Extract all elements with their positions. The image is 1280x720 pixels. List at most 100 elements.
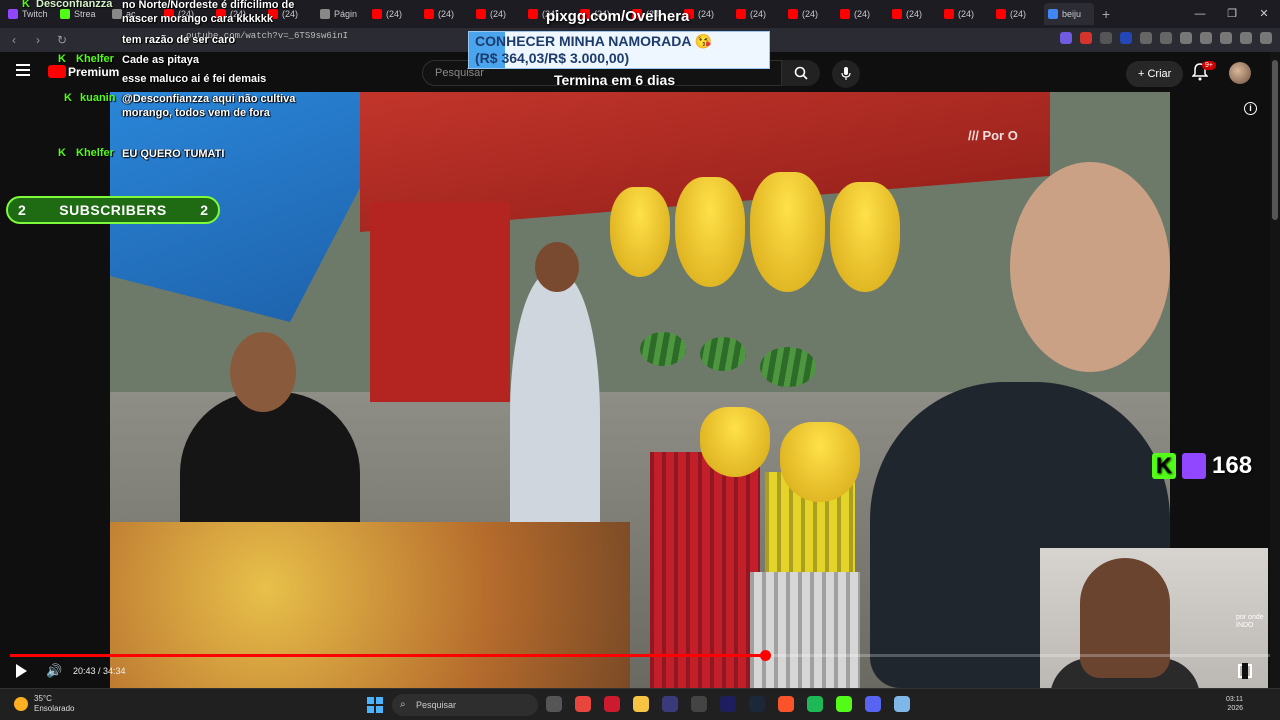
- tab-favicon-icon: [840, 9, 850, 19]
- youtube-premium-label[interactable]: Premium: [68, 65, 119, 79]
- opera-icon[interactable]: [604, 696, 620, 712]
- extension-icon[interactable]: [1060, 32, 1072, 44]
- fullscreen-icon[interactable]: [1238, 663, 1252, 679]
- chat-message: @Desconfianzza aqui não cultiva morango,…: [122, 93, 296, 119]
- browser-tab[interactable]: (24): [940, 3, 990, 25]
- browser-tab[interactable]: (24): [732, 3, 782, 25]
- browser-tab[interactable]: (24): [472, 3, 522, 25]
- goal-text: CONHECER MINHA NAMORADA 😘 (R$ 364,03/R$ …: [475, 33, 712, 67]
- extension-icon[interactable]: [1120, 32, 1132, 44]
- chrome-icon[interactable]: [575, 696, 591, 712]
- notes-icon[interactable]: [894, 696, 910, 712]
- volume-icon[interactable]: 🔊: [46, 663, 62, 679]
- white-crate-stack: [750, 572, 860, 688]
- video-player[interactable]: [110, 92, 1170, 688]
- reload-icon[interactable]: ↻: [52, 33, 72, 47]
- app-icon[interactable]: [662, 696, 678, 712]
- wallet-icon[interactable]: [1220, 32, 1232, 44]
- extension-icon[interactable]: [1140, 32, 1152, 44]
- scrollbar-thumb[interactable]: [1272, 60, 1278, 220]
- chat-username: Khelfer: [76, 147, 114, 159]
- tab-favicon-icon: [944, 9, 954, 19]
- seated-person-head: [230, 332, 296, 412]
- notification-badge: 9+: [1202, 61, 1216, 70]
- shield-icon[interactable]: [1240, 32, 1252, 44]
- folder-icon[interactable]: [633, 696, 649, 712]
- chat-message: tem razão de ser caro: [122, 34, 236, 46]
- hamburger-menu-icon[interactable]: [16, 64, 30, 76]
- arrow-app-icon[interactable]: [720, 696, 736, 712]
- streamer-face: [1080, 558, 1170, 678]
- system-clock[interactable]: 03:11 2026: [1226, 695, 1243, 713]
- screen: Twitch Strea ac (24) (24) (24) Págin (24) (24) (2…: [0, 0, 1280, 720]
- new-tab-button[interactable]: +: [1102, 6, 1110, 22]
- chat-message: no Norte/Nordeste é difícilimo de nascer…: [122, 0, 295, 25]
- forward-icon[interactable]: ›: [28, 33, 48, 47]
- minimize-button[interactable]: —: [1184, 0, 1216, 28]
- tab-favicon-icon: [892, 9, 902, 19]
- search-button[interactable]: [782, 60, 820, 86]
- browser-tab[interactable]: Págin: [316, 3, 366, 25]
- play-icon[interactable]: [16, 664, 27, 678]
- spotify-icon[interactable]: [807, 696, 823, 712]
- windows-taskbar: 35°C Ensolarado ⌕ Pesquisar 03:11 2026: [0, 688, 1280, 720]
- back-icon[interactable]: ‹: [4, 33, 24, 47]
- hanging-bananas: [750, 172, 825, 292]
- sidebar-icon[interactable]: [1200, 32, 1212, 44]
- weather-widget[interactable]: 35°C Ensolarado: [14, 694, 74, 714]
- subs-count-left: 2: [18, 202, 26, 218]
- tab-label: (24): [906, 9, 923, 19]
- browser-tab[interactable]: (24): [836, 3, 886, 25]
- tab-label: (24): [802, 9, 819, 19]
- vendor-head: [535, 242, 579, 292]
- tab-label: (24): [698, 9, 715, 19]
- video-progress-bar[interactable]: [10, 650, 1270, 661]
- chat-message: esse maluco ai é fei demais: [122, 73, 267, 85]
- browser-tab[interactable]: (24): [368, 3, 418, 25]
- progress-scrubber[interactable]: [759, 650, 771, 661]
- chat-username: Khelfer: [76, 53, 114, 65]
- menu-icon[interactable]: [1260, 32, 1272, 44]
- browser-tab[interactable]: beiju: [1044, 3, 1094, 25]
- browser-tab[interactable]: (24): [420, 3, 470, 25]
- window-controls: — ❐ ✕: [1184, 0, 1280, 28]
- browser-tab[interactable]: (24): [784, 3, 834, 25]
- sun-icon: [14, 697, 28, 711]
- kick-app-icon[interactable]: [836, 696, 852, 712]
- taskbar-search[interactable]: ⌕ Pesquisar: [392, 694, 538, 716]
- extension-icon[interactable]: [1100, 32, 1112, 44]
- close-window-button[interactable]: ✕: [1248, 0, 1280, 28]
- account-avatar[interactable]: [1229, 62, 1251, 84]
- tab-label: Strea: [74, 9, 96, 19]
- chat-username: kuanin: [80, 92, 116, 104]
- maximize-button[interactable]: ❐: [1216, 0, 1248, 28]
- create-button[interactable]: + Criar: [1126, 61, 1184, 87]
- task-view-icon[interactable]: [546, 696, 562, 712]
- clock-date: 2026: [1227, 705, 1243, 712]
- discord-icon[interactable]: [865, 696, 881, 712]
- tab-label: (24): [854, 9, 871, 19]
- tab-favicon-icon: [372, 9, 382, 19]
- music-icon[interactable]: [1180, 32, 1192, 44]
- tab-favicon-icon: [1048, 9, 1058, 19]
- info-icon[interactable]: i: [1244, 102, 1257, 115]
- taskbar-apps: [546, 696, 910, 712]
- brave-icon[interactable]: [778, 696, 794, 712]
- extension-icon[interactable]: [1080, 32, 1092, 44]
- video-time: 20:43 / 34:34: [73, 666, 126, 676]
- browser-tab[interactable]: (24): [992, 3, 1042, 25]
- browser-tab[interactable]: (24): [888, 3, 938, 25]
- tab-label: (24): [438, 9, 455, 19]
- hanging-bananas: [675, 177, 745, 287]
- youtube-logo-icon[interactable]: [48, 65, 66, 78]
- steam-icon[interactable]: [749, 696, 765, 712]
- weather-condition: Ensolarado: [34, 704, 75, 713]
- obs-icon[interactable]: [691, 696, 707, 712]
- puzzle-icon[interactable]: [1160, 32, 1172, 44]
- search-icon: ⌕: [400, 699, 406, 710]
- start-button[interactable]: [367, 697, 383, 713]
- voice-search-button[interactable]: [832, 60, 860, 88]
- kick-badge-icon: K: [58, 147, 66, 159]
- hanging-bananas: [830, 182, 900, 292]
- page-scrollbar[interactable]: [1270, 52, 1280, 688]
